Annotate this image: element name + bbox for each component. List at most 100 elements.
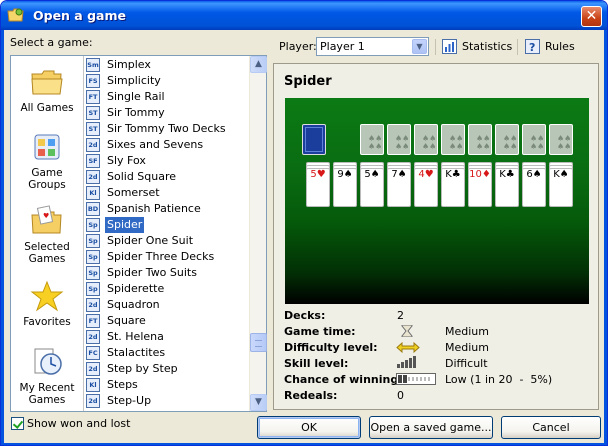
category-label: All Games — [20, 102, 74, 114]
player-label: Player: — [279, 40, 317, 53]
category-game-groups[interactable]: Game Groups — [11, 131, 83, 191]
foundation-slot: ♠♠ ♠♠ — [414, 124, 438, 155]
show-won-lost-label: Show won and lost — [27, 417, 131, 430]
ok-button[interactable]: OK — [257, 416, 361, 439]
redeals-value: 0 — [397, 389, 404, 402]
game-type-icon: 2d — [86, 138, 100, 152]
list-item[interactable]: 2d Solid Square — [86, 169, 249, 185]
list-item[interactable]: ST Sir Tommy — [86, 105, 249, 121]
toolbar-separator — [435, 39, 436, 55]
rules-label: Rules — [545, 40, 575, 53]
category-label: Selected — [24, 241, 70, 253]
game-name: Single Rail — [107, 90, 165, 103]
game-type-icon: Kl — [86, 378, 100, 392]
close-button[interactable]: ✕ — [581, 6, 602, 27]
category-all-games[interactable]: All Games — [11, 66, 83, 114]
open-game-dialog: Open a game ✕ Select a game: All Games G… — [0, 0, 608, 446]
difficulty-label: Difficulty level: — [284, 341, 378, 354]
playing-card: K♣ — [495, 168, 519, 207]
list-item[interactable]: FS Simplicity — [86, 73, 249, 89]
game-preview: ♠♠ ♠♠ ♠♠ ♠♠ ♠♠ ♠♠ ♠♠ ♠♠ ♠♠ ♠♠ ♠♠ ♠♠ ♠♠ ♠♠ ♠♠ ♠♠ 5♥ 9♠ 5♠ 7♠… — [285, 98, 589, 304]
category-label: Game — [31, 167, 63, 179]
game-name: Spider Two Suits — [107, 266, 197, 279]
playing-card: K♠ — [549, 168, 573, 207]
groups-icon — [34, 134, 60, 160]
checkbox-box[interactable] — [11, 417, 24, 430]
foundation-slot: ♠♠ ♠♠ — [441, 124, 465, 155]
toolbar-separator — [517, 39, 518, 55]
game-type-icon: ST — [86, 106, 100, 120]
foundation-slot: ♠♠ ♠♠ — [522, 124, 546, 155]
list-item[interactable]: Sp Spiderette — [86, 281, 249, 297]
list-item[interactable]: Kl Somerset — [86, 185, 249, 201]
game-type-icon: Sp — [86, 266, 100, 280]
game-name: Sir Tommy Two Decks — [107, 122, 226, 135]
game-time-value: Medium — [445, 325, 489, 338]
game-name: Stalactites — [107, 346, 166, 359]
statistics-icon — [442, 39, 457, 54]
category-favorites[interactable]: Favorites — [11, 280, 83, 328]
folder-icon — [31, 70, 63, 95]
game-list[interactable]: Sm Simplex FS Simplicity FT Single Rail ST Sir … — [86, 57, 249, 410]
title-bar[interactable]: Open a game ✕ — [1, 1, 607, 30]
list-item[interactable]: BD Spanish Patience — [86, 201, 249, 217]
list-item[interactable]: FC Stalactites — [86, 345, 249, 361]
playing-card: 10♦ — [468, 168, 492, 207]
game-name: Square — [107, 314, 146, 327]
game-name: Spider Three Decks — [107, 250, 215, 263]
cancel-button[interactable]: Cancel — [501, 416, 601, 439]
playing-card: 7♠ — [387, 168, 411, 207]
game-name: Step-Up — [107, 394, 152, 407]
list-item[interactable]: Kl Steps — [86, 377, 249, 393]
game-time-label: Game time: — [284, 325, 356, 338]
player-select[interactable]: Player 1 ▼ — [316, 37, 429, 56]
game-type-icon: BD — [86, 202, 100, 216]
clock-icon — [34, 348, 62, 375]
list-item[interactable]: Sp Spider — [86, 217, 249, 233]
list-item[interactable]: FT Square — [86, 313, 249, 329]
skill-value: Difficult — [445, 357, 488, 370]
game-list-scrollbar[interactable]: ▲ ▼ — [249, 56, 267, 411]
open-saved-game-button[interactable]: Open a saved game... — [369, 416, 493, 439]
category-label: My Recent — [19, 382, 75, 394]
game-name: Solid Square — [107, 170, 177, 183]
app-icon — [7, 8, 24, 22]
game-browser: All Games Game Groups ♥ Selected Games F… — [10, 55, 267, 412]
scroll-thumb[interactable] — [250, 333, 267, 352]
selected-folder-icon: ♥ — [31, 205, 62, 234]
game-title: Spider — [284, 74, 332, 89]
decks-value: 2 — [397, 309, 404, 322]
scroll-down-button[interactable]: ▼ — [250, 394, 267, 411]
category-label: Games — [28, 253, 66, 265]
game-type-icon: 2d — [86, 362, 100, 376]
list-item[interactable]: Sm Simplex — [86, 57, 249, 73]
list-item[interactable]: Sp Spider Three Decks — [86, 249, 249, 265]
game-name: Spider — [105, 217, 145, 233]
game-name: Steps — [107, 378, 138, 391]
game-name: Simplex — [107, 58, 151, 71]
list-item[interactable]: 2d St. Helena — [86, 329, 249, 345]
list-item[interactable]: ST Sir Tommy Two Decks — [86, 121, 249, 137]
chevron-down-icon[interactable]: ▼ — [412, 39, 427, 54]
list-item[interactable]: FT Single Rail — [86, 89, 249, 105]
list-item[interactable]: 2d Squadron — [86, 297, 249, 313]
category-selected-games[interactable]: ♥ Selected Games — [11, 205, 83, 265]
foundation-slot: ♠♠ ♠♠ — [468, 124, 492, 155]
category-recent-games[interactable]: My Recent Games — [11, 346, 83, 406]
list-item[interactable]: SF Sly Fox — [86, 153, 249, 169]
stock-pile — [302, 124, 326, 155]
list-item[interactable]: Sp Spider Two Suits — [86, 265, 249, 281]
list-item[interactable]: Sp Spider One Suit — [86, 233, 249, 249]
game-name: Spanish Patience — [107, 202, 201, 215]
category-label: Groups — [28, 179, 66, 191]
svg-text:♥: ♥ — [43, 212, 49, 220]
foundation-slot: ♠♠ ♠♠ — [549, 124, 573, 155]
foundation-slot: ♠♠ ♠♠ — [387, 124, 411, 155]
list-item[interactable]: 2d Step-Up — [86, 393, 249, 409]
list-item[interactable]: 2d Step by Step — [86, 361, 249, 377]
game-type-icon: 2d — [86, 394, 100, 408]
list-item[interactable]: 2d Sixes and Sevens — [86, 137, 249, 153]
category-label: Games — [28, 394, 66, 406]
scroll-up-button[interactable]: ▲ — [250, 56, 267, 73]
game-name: Somerset — [107, 186, 160, 199]
